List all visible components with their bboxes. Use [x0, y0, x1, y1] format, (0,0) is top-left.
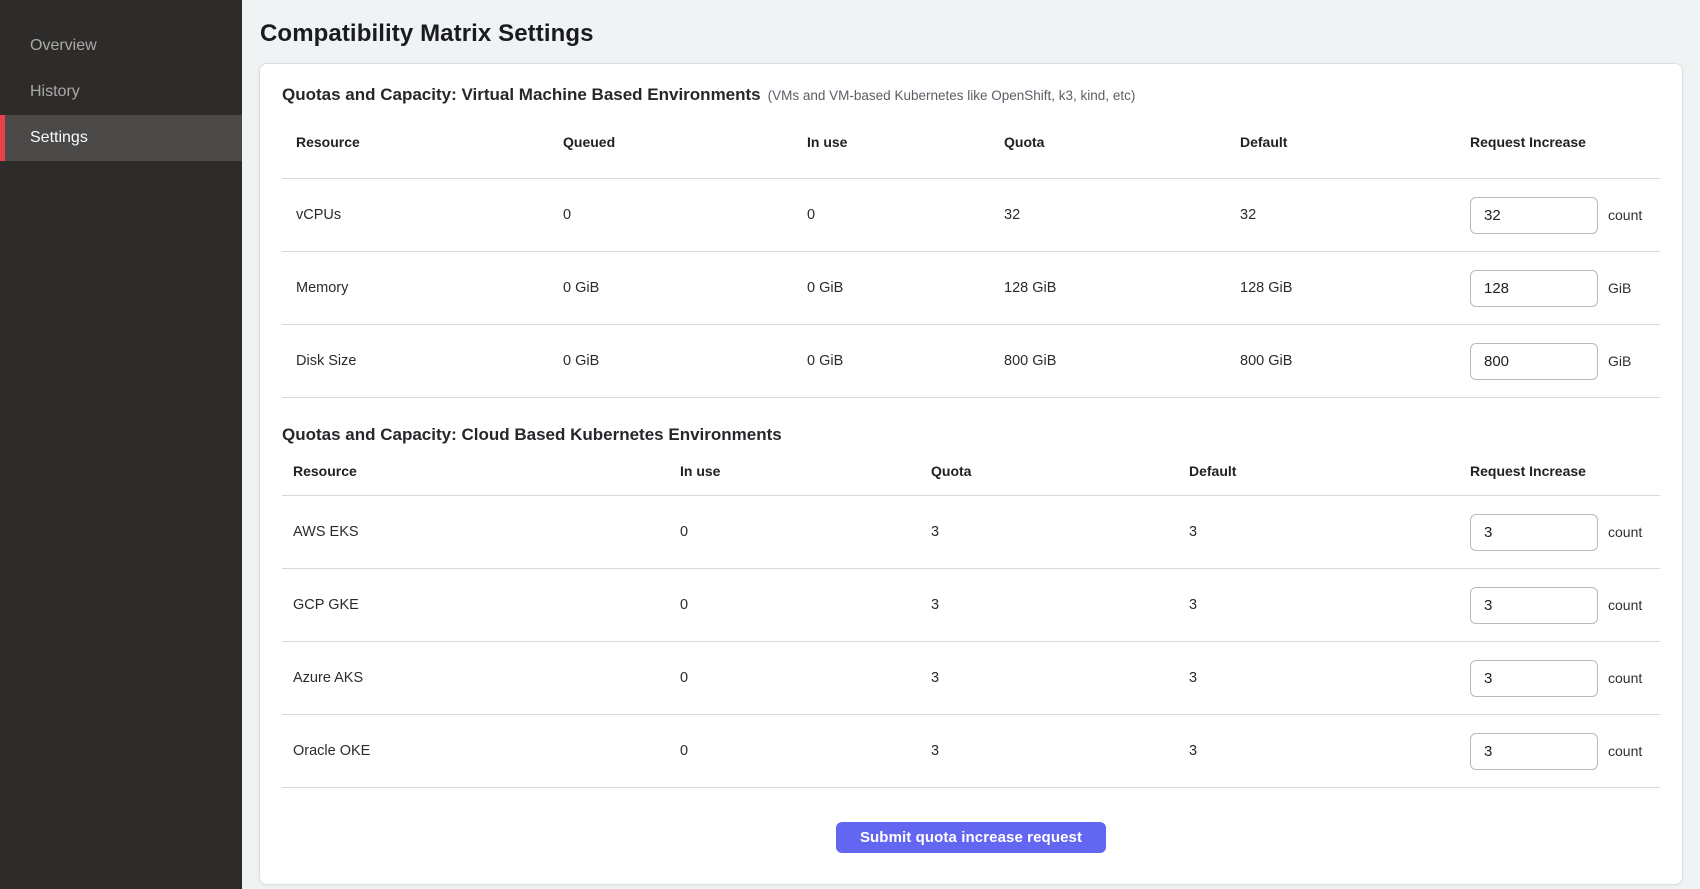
- vm-section-subtitle: (VMs and VM-based Kubernetes like OpenSh…: [768, 88, 1136, 103]
- column-header-in-use: In use: [807, 134, 1004, 150]
- aws-eks-request-input[interactable]: [1470, 514, 1598, 551]
- in-use-value: 0: [807, 207, 1004, 223]
- quotas-card: Quotas and Capacity: Virtual Machine Bas…: [259, 63, 1683, 885]
- in-use-value: 0 GiB: [807, 353, 1004, 369]
- unit-label: GiB: [1608, 353, 1631, 369]
- sidebar-item-settings[interactable]: Settings: [0, 115, 242, 161]
- vcpus-request-input[interactable]: [1470, 197, 1598, 234]
- column-header-request-increase: Request Increase: [1470, 134, 1660, 150]
- disk-size-request-input[interactable]: [1470, 343, 1598, 380]
- queued-value: 0 GiB: [563, 353, 807, 369]
- table-row-memory: Memory 0 GiB 0 GiB 128 GiB 128 GiB GiB: [282, 252, 1660, 325]
- in-use-value: 0: [680, 524, 931, 540]
- unit-label: count: [1608, 207, 1642, 223]
- column-header-resource: Resource: [296, 134, 563, 150]
- in-use-value: 0: [680, 597, 931, 613]
- azure-aks-request-input[interactable]: [1470, 660, 1598, 697]
- quota-value: 3: [931, 743, 1189, 759]
- default-value: 800 GiB: [1240, 353, 1470, 369]
- sidebar-item-label: History: [30, 83, 80, 101]
- resource-name: Disk Size: [296, 353, 563, 369]
- vm-section-header: Quotas and Capacity: Virtual Machine Bas…: [282, 85, 1660, 106]
- in-use-value: 0: [680, 670, 931, 686]
- unit-label: GiB: [1608, 280, 1631, 296]
- column-header-in-use: In use: [680, 463, 931, 479]
- memory-request-input[interactable]: [1470, 270, 1598, 307]
- submit-row: Submit quota increase request: [282, 822, 1660, 853]
- table-row-oracle-oke: Oracle OKE 0 3 3 count: [282, 715, 1660, 788]
- unit-label: count: [1608, 597, 1642, 613]
- resource-name: Oracle OKE: [293, 743, 680, 759]
- table-row-azure-aks: Azure AKS 0 3 3 count: [282, 642, 1660, 715]
- main-content: Compatibility Matrix Settings Quotas and…: [242, 0, 1700, 889]
- table-row-vcpus: vCPUs 0 0 32 32 count: [282, 179, 1660, 252]
- unit-label: count: [1608, 524, 1642, 540]
- column-header-default: Default: [1189, 463, 1470, 479]
- quota-value: 3: [931, 524, 1189, 540]
- gcp-gke-request-input[interactable]: [1470, 587, 1598, 624]
- default-value: 3: [1189, 743, 1470, 759]
- vm-table-header: Resource Queued In use Quota Default Req…: [282, 106, 1660, 179]
- page-title: Compatibility Matrix Settings: [260, 20, 1683, 48]
- resource-name: AWS EKS: [293, 524, 680, 540]
- submit-quota-increase-button[interactable]: Submit quota increase request: [836, 822, 1106, 853]
- sidebar-item-history[interactable]: History: [0, 69, 242, 115]
- column-header-default: Default: [1240, 134, 1470, 150]
- default-value: 32: [1240, 207, 1470, 223]
- sidebar-item-label: Overview: [30, 37, 97, 55]
- resource-name: Azure AKS: [293, 670, 680, 686]
- oracle-oke-request-input[interactable]: [1470, 733, 1598, 770]
- unit-label: count: [1608, 743, 1642, 759]
- default-value: 3: [1189, 597, 1470, 613]
- default-value: 3: [1189, 524, 1470, 540]
- column-header-queued: Queued: [563, 134, 807, 150]
- quota-value: 3: [931, 597, 1189, 613]
- default-value: 128 GiB: [1240, 280, 1470, 296]
- quota-value: 128 GiB: [1004, 280, 1240, 296]
- table-row-gcp-gke: GCP GKE 0 3 3 count: [282, 569, 1660, 642]
- quota-value: 3: [931, 670, 1189, 686]
- in-use-value: 0 GiB: [807, 280, 1004, 296]
- resource-name: GCP GKE: [293, 597, 680, 613]
- column-header-quota: Quota: [931, 463, 1189, 479]
- column-header-request-increase: Request Increase: [1470, 463, 1660, 479]
- column-header-resource: Resource: [293, 463, 680, 479]
- cloud-table-header: Resource In use Quota Default Request In…: [282, 446, 1660, 496]
- sidebar: Overview History Settings: [0, 0, 242, 889]
- cloud-section-title: Quotas and Capacity: Cloud Based Kuberne…: [282, 425, 782, 444]
- vm-section-title: Quotas and Capacity: Virtual Machine Bas…: [282, 85, 761, 104]
- quota-value: 800 GiB: [1004, 353, 1240, 369]
- queued-value: 0 GiB: [563, 280, 807, 296]
- in-use-value: 0: [680, 743, 931, 759]
- quota-value: 32: [1004, 207, 1240, 223]
- unit-label: count: [1608, 670, 1642, 686]
- column-header-quota: Quota: [1004, 134, 1240, 150]
- resource-name: vCPUs: [296, 207, 563, 223]
- cloud-section-header: Quotas and Capacity: Cloud Based Kuberne…: [282, 425, 1660, 446]
- sidebar-item-label: Settings: [30, 129, 88, 147]
- table-row-aws-eks: AWS EKS 0 3 3 count: [282, 496, 1660, 569]
- queued-value: 0: [563, 207, 807, 223]
- sidebar-item-overview[interactable]: Overview: [0, 23, 242, 69]
- default-value: 3: [1189, 670, 1470, 686]
- table-row-disk-size: Disk Size 0 GiB 0 GiB 800 GiB 800 GiB Gi…: [282, 325, 1660, 398]
- resource-name: Memory: [296, 280, 563, 296]
